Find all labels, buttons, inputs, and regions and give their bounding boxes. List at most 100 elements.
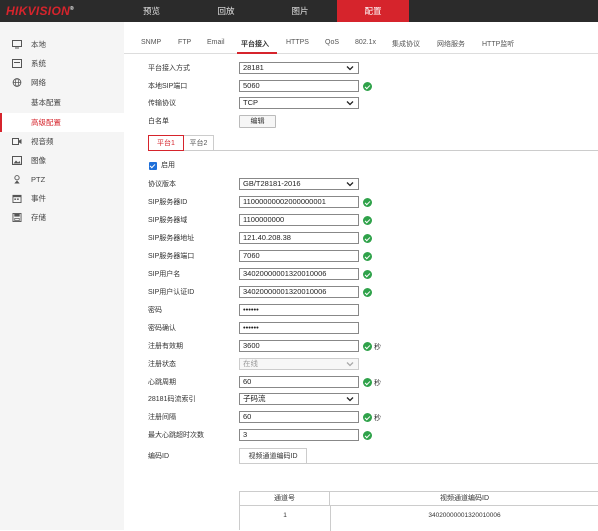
sidebar-item-storage[interactable]: 存储 <box>0 208 124 227</box>
local-sip-port-input[interactable]: 5060 <box>239 80 359 92</box>
whitelist-label: 白名单 <box>148 118 169 125</box>
calendar-icon <box>12 194 22 203</box>
valid-check-icon <box>363 252 372 261</box>
access-mode-select[interactable]: 28181 <box>239 62 359 74</box>
sidebar-item-audio-video[interactable]: 视音频 <box>0 132 124 151</box>
sidebar-item-event[interactable]: 事件 <box>0 189 124 208</box>
sip-username-label: SIP用户名 <box>148 271 181 278</box>
sip-server-id-label: SIP服务器ID <box>148 199 188 206</box>
transport-select[interactable]: TCP <box>239 97 359 109</box>
sidebar-item-label: 存储 <box>31 213 46 222</box>
video-icon <box>12 138 22 145</box>
nav-preview[interactable]: 预览 <box>124 0 179 22</box>
valid-check-icon <box>363 288 372 297</box>
sidebar-item-label: 网络 <box>31 78 46 87</box>
sidebar-item-label: 视音频 <box>31 137 54 146</box>
tab-qos[interactable]: QoS <box>325 39 339 46</box>
main-content: SNMP FTP Email 平台接入 HTTPS QoS 802.1x 集成协… <box>124 22 598 531</box>
top-bar: HIKVISION® 预览 回放 图片 配置 <box>0 0 598 22</box>
tab-email[interactable]: Email <box>207 39 225 46</box>
tab-video-channel-encode-id[interactable]: 视频通道编码ID <box>239 448 307 464</box>
sidebar: 本地 系统 网络 基本配置 高级配置 视音频 图像 PTZ 事件 存储 <box>0 22 124 530</box>
password-confirm-input[interactable]: •••••• <box>239 322 359 334</box>
sip-server-address-input[interactable]: 121.40.208.38 <box>239 232 359 244</box>
sip-server-port-input[interactable]: 7060 <box>239 250 359 262</box>
tab-snmp[interactable]: SNMP <box>141 39 161 46</box>
sidebar-item-label: 基本配置 <box>31 98 61 107</box>
enable-checkbox[interactable] <box>149 162 157 170</box>
protocol-version-select[interactable]: GB/T28181-2016 <box>239 178 359 190</box>
enable-label: 启用 <box>161 162 175 169</box>
sip-server-port-label: SIP服务器端口 <box>148 253 195 260</box>
valid-check-icon <box>363 216 372 225</box>
sidebar-item-image[interactable]: 图像 <box>0 151 124 170</box>
table-header-channel: 通道号 <box>240 492 330 506</box>
max-heartbeat-timeout-input[interactable]: 3 <box>239 429 359 441</box>
encode-id-table: 通道号 视频通道编码ID 1 34020000001320010006 <box>239 491 598 531</box>
registration-status-label: 注册状态 <box>148 361 176 368</box>
globe-icon <box>12 78 22 87</box>
sip-username-input[interactable]: 34020000001320010006 <box>239 268 359 280</box>
stream-index-select[interactable]: 子码流 <box>239 393 359 405</box>
nav-playback[interactable]: 回放 <box>188 0 264 22</box>
heartbeat-input[interactable]: 60 <box>239 376 359 388</box>
password-input[interactable]: •••••• <box>239 304 359 316</box>
valid-check-icon <box>363 378 372 387</box>
chevron-down-icon <box>346 362 354 367</box>
sidebar-item-label: 本地 <box>31 40 46 49</box>
sidebar-item-basic-config[interactable]: 基本配置 <box>0 93 124 112</box>
tab-integration-protocol[interactable]: 集成协议 <box>392 39 420 49</box>
sidebar-item-network[interactable]: 网络 <box>0 73 124 92</box>
protocol-version-label: 协议版本 <box>148 181 176 188</box>
local-sip-port-label: 本地SIP端口 <box>148 83 188 90</box>
image-icon <box>12 156 22 165</box>
registration-interval-label: 注册间隔 <box>148 414 176 421</box>
stream-index-label: 28181码流索引 <box>148 396 196 403</box>
tab-platform-2[interactable]: 平台2 <box>184 135 214 151</box>
valid-check-icon <box>363 413 372 422</box>
chevron-down-icon <box>346 66 354 71</box>
heartbeat-label: 心跳周期 <box>148 379 176 386</box>
system-icon <box>12 59 22 68</box>
registration-interval-input[interactable]: 60 <box>239 411 359 423</box>
chevron-down-icon <box>346 182 354 187</box>
sip-server-domain-label: SIP服务器域 <box>148 217 188 224</box>
encode-id-label: 编码ID <box>148 453 169 460</box>
sidebar-item-system[interactable]: 系统 <box>0 54 124 73</box>
seconds-unit: 秒 <box>374 415 381 422</box>
password-confirm-label: 密码确认 <box>148 325 176 332</box>
registration-status-select: 在线 <box>239 358 359 370</box>
monitor-icon <box>12 40 22 49</box>
registration-validity-input[interactable]: 3600 <box>239 340 359 352</box>
nav-config[interactable]: 配置 <box>337 0 409 22</box>
tab-platform-1[interactable]: 平台1 <box>148 135 184 151</box>
active-tab-underline <box>237 52 277 54</box>
sip-auth-id-input[interactable]: 34020000001320010006 <box>239 286 359 298</box>
nav-picture[interactable]: 图片 <box>262 0 338 22</box>
access-mode-label: 平台接入方式 <box>148 65 190 72</box>
sip-server-id-input[interactable]: 11000000002000000001 <box>239 196 359 208</box>
sidebar-item-label: PTZ <box>31 175 46 184</box>
tab-platform-access[interactable]: 平台接入 <box>241 39 269 49</box>
chevron-down-icon <box>346 101 354 106</box>
tab-network-service[interactable]: 网络服务 <box>437 39 465 49</box>
config-tabs: SNMP FTP Email 平台接入 HTTPS QoS 802.1x 集成协… <box>124 34 598 54</box>
table-cell-encode-id[interactable]: 34020000001320010006 <box>330 510 598 522</box>
tab-http-listen[interactable]: HTTP监听 <box>482 39 514 49</box>
tab-https[interactable]: HTTPS <box>286 39 309 46</box>
tab-ftp[interactable]: FTP <box>178 39 191 46</box>
max-heartbeat-timeout-label: 最大心跳超时次数 <box>148 432 204 439</box>
sidebar-item-local[interactable]: 本地 <box>0 35 124 54</box>
sidebar-item-advanced-config[interactable]: 高级配置 <box>0 113 124 132</box>
valid-check-icon <box>363 431 372 440</box>
brand-logo: HIKVISION® <box>6 4 75 18</box>
platform-tab-bar: 平台1 平台2 <box>148 135 598 151</box>
whitelist-edit-button[interactable]: 编辑 <box>239 115 276 128</box>
sip-auth-id-label: SIP用户认证ID <box>148 289 195 296</box>
sip-server-domain-input[interactable]: 1100000000 <box>239 214 359 226</box>
tab-8021x[interactable]: 802.1x <box>355 39 376 46</box>
registration-validity-label: 注册有效期 <box>148 343 183 350</box>
sidebar-item-ptz[interactable]: PTZ <box>0 170 124 189</box>
sidebar-item-label: 系统 <box>31 59 46 68</box>
sip-server-address-label: SIP服务器地址 <box>148 235 195 242</box>
